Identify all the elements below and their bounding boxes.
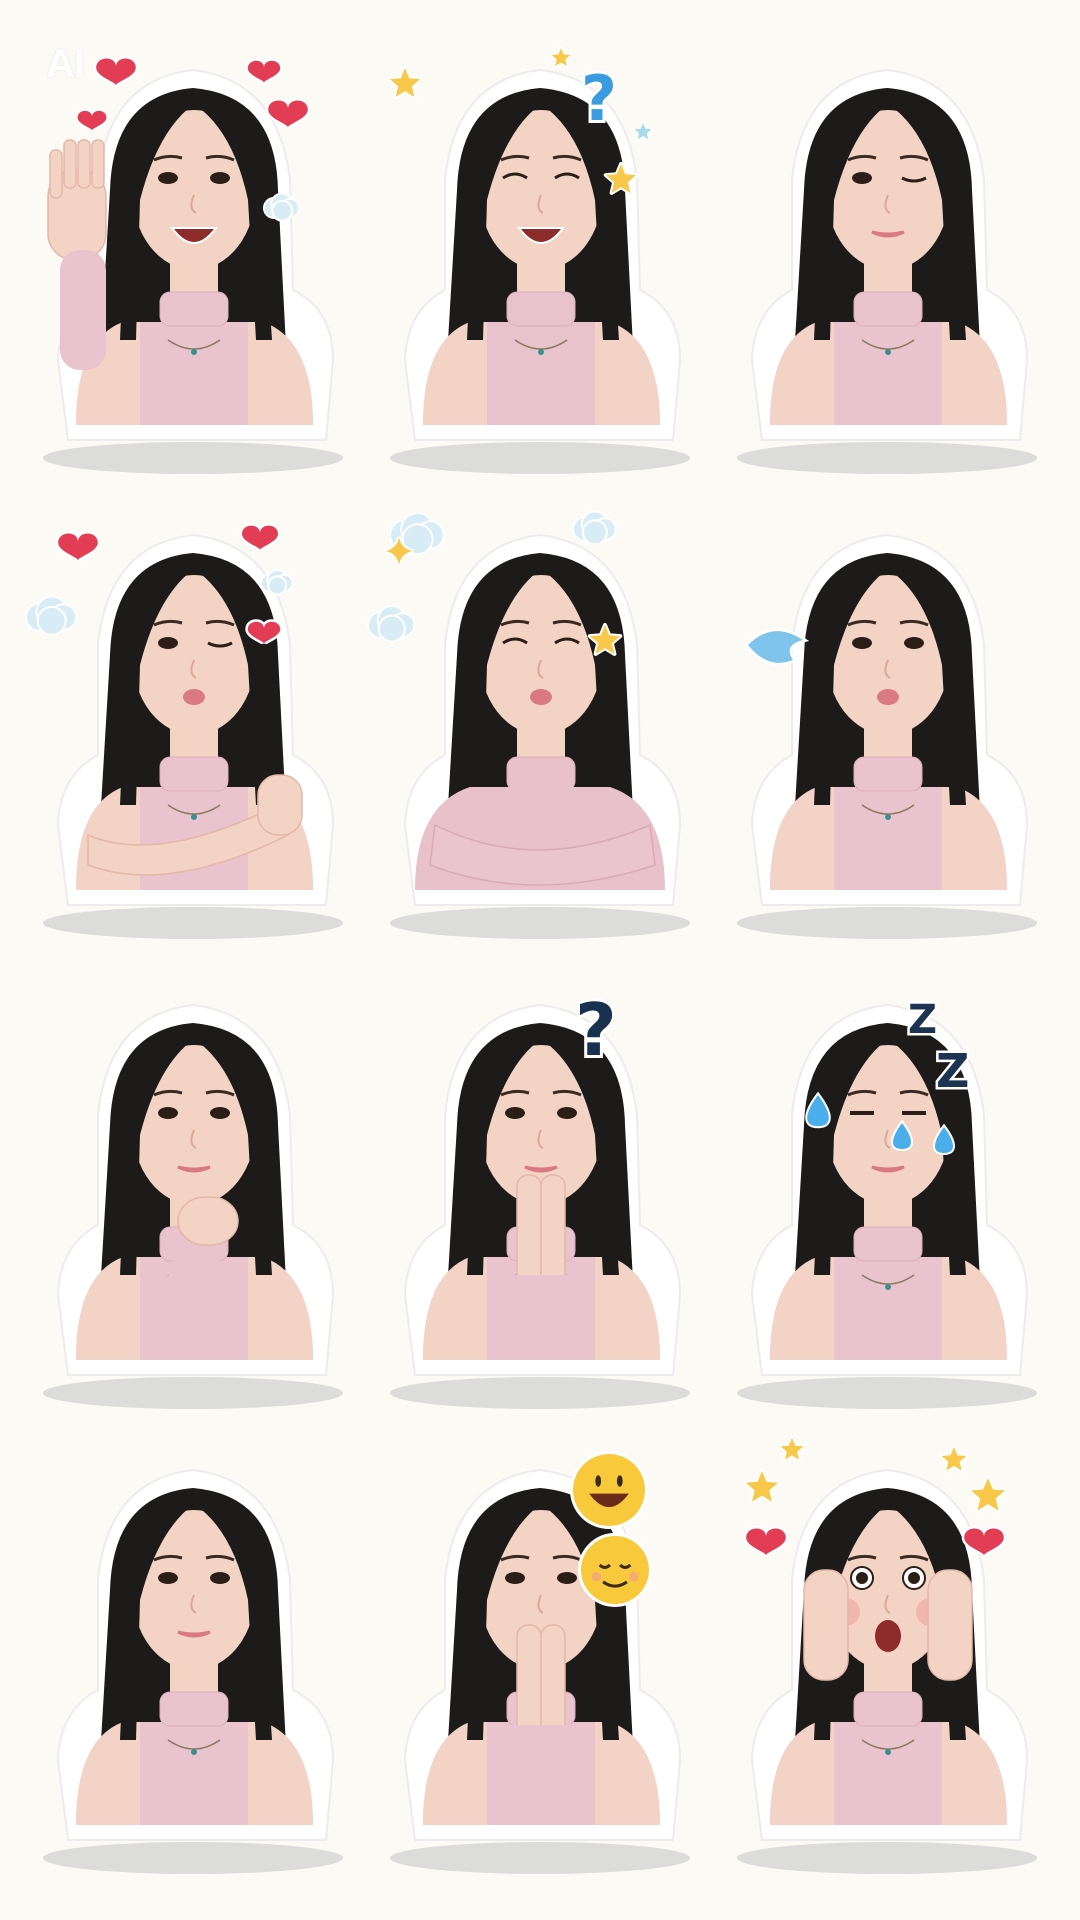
sticker-hug-hearts [25, 505, 358, 945]
watermark-logo: AI [46, 42, 85, 86]
sticker-art [737, 68, 1037, 474]
cloud-icon [367, 605, 416, 643]
collar [506, 756, 576, 792]
sticker-surprised-stars [722, 1436, 1052, 1880]
pendant [885, 1284, 891, 1290]
sticker-art: ZZ [737, 995, 1037, 1409]
sticker-shadow [737, 442, 1037, 474]
star-icon [939, 1445, 969, 1473]
star-icon [632, 121, 654, 142]
sticker-art [43, 56, 343, 474]
sticker-shadow [737, 1842, 1037, 1874]
collar [159, 1691, 229, 1727]
cloud-icon [572, 510, 617, 546]
sticker-shadow [43, 1377, 343, 1409]
sticker-pout-swoosh [722, 505, 1052, 945]
sticker-arms-crossed-clouds [367, 505, 705, 945]
sticker-art [737, 533, 1037, 939]
pendant [191, 814, 197, 820]
star-icon [968, 1476, 1008, 1513]
sticker-shadow [390, 1842, 690, 1874]
pendant [885, 814, 891, 820]
left-hand-on-cheek [803, 1569, 849, 1681]
cloud-icon [25, 595, 78, 636]
sticker-art [367, 510, 690, 939]
sticker-covering-mouth-emoji [375, 1440, 705, 1880]
heart-icon [245, 58, 283, 85]
sticker-sheet: ?? Z Z AI [0, 0, 1080, 1920]
pendant [885, 1749, 891, 1755]
sticker-shadow [43, 442, 343, 474]
heart-icon [75, 108, 109, 132]
cloud-icon [263, 192, 301, 222]
sticker-shadow [390, 442, 690, 474]
pendant [885, 349, 891, 355]
sticker-laughing-question: ? [375, 40, 705, 480]
collar [853, 1691, 923, 1727]
sleep-z-icon: Z [908, 997, 937, 1043]
sticker-waving-hearts [28, 40, 358, 480]
sticker-chin-rest [28, 975, 358, 1415]
sticker-winking-side [722, 40, 1052, 480]
sticker-art: ? [387, 46, 690, 474]
finger [49, 149, 63, 199]
pendant [191, 349, 197, 355]
collar [853, 291, 923, 327]
star-icon [387, 66, 423, 99]
right-hand-on-cheek [927, 1569, 973, 1681]
heart-icon [743, 1526, 789, 1557]
question-mark-icon: ? [575, 988, 617, 1072]
sticker-shadow [390, 907, 690, 939]
sticker-sleepy-drops: ZZ [722, 975, 1052, 1415]
sticker-art [25, 523, 343, 939]
question-mark-icon: ? [581, 62, 617, 135]
star-icon [549, 46, 573, 69]
star-icon [743, 1469, 781, 1504]
finger [91, 139, 105, 189]
sticker-art: ? [390, 985, 690, 1409]
collar [853, 756, 923, 792]
sticker-shadow [43, 1842, 343, 1874]
sticker-shadow [737, 907, 1037, 939]
sticker-art [43, 1003, 343, 1409]
sticker-shadow [737, 1377, 1037, 1409]
collar [506, 291, 576, 327]
heart-icon [55, 531, 101, 562]
star-icon [778, 1436, 806, 1462]
relieved-emoji-icon [578, 1533, 652, 1607]
finger [77, 139, 91, 189]
pendant [191, 1749, 197, 1755]
heart-icon [93, 56, 139, 87]
hand [257, 774, 303, 836]
chin-hand [177, 1196, 239, 1246]
forearms [507, 1275, 575, 1355]
collar [159, 756, 229, 792]
pendant [538, 349, 544, 355]
sticker-hands-pressed-question: ? [375, 975, 705, 1415]
sticker-side-glance [28, 1440, 358, 1880]
sticker-art [390, 1451, 690, 1874]
forearms [507, 1725, 575, 1805]
decorations: ? [572, 985, 620, 1075]
sticker-art [737, 1436, 1037, 1874]
collar [159, 291, 229, 327]
collar [853, 1226, 923, 1262]
sticker-grid: ?? Z Z [0, 0, 1080, 1920]
sticker-art [43, 1468, 343, 1874]
sticker-shadow [390, 1377, 690, 1409]
finger [63, 139, 77, 189]
grinning-emoji-icon [570, 1451, 648, 1529]
heart-icon [239, 523, 281, 552]
sticker-shadow [43, 907, 343, 939]
cloud-icon [260, 569, 294, 596]
sleep-z-icon: Z [936, 1044, 969, 1098]
sleeve [60, 250, 106, 370]
